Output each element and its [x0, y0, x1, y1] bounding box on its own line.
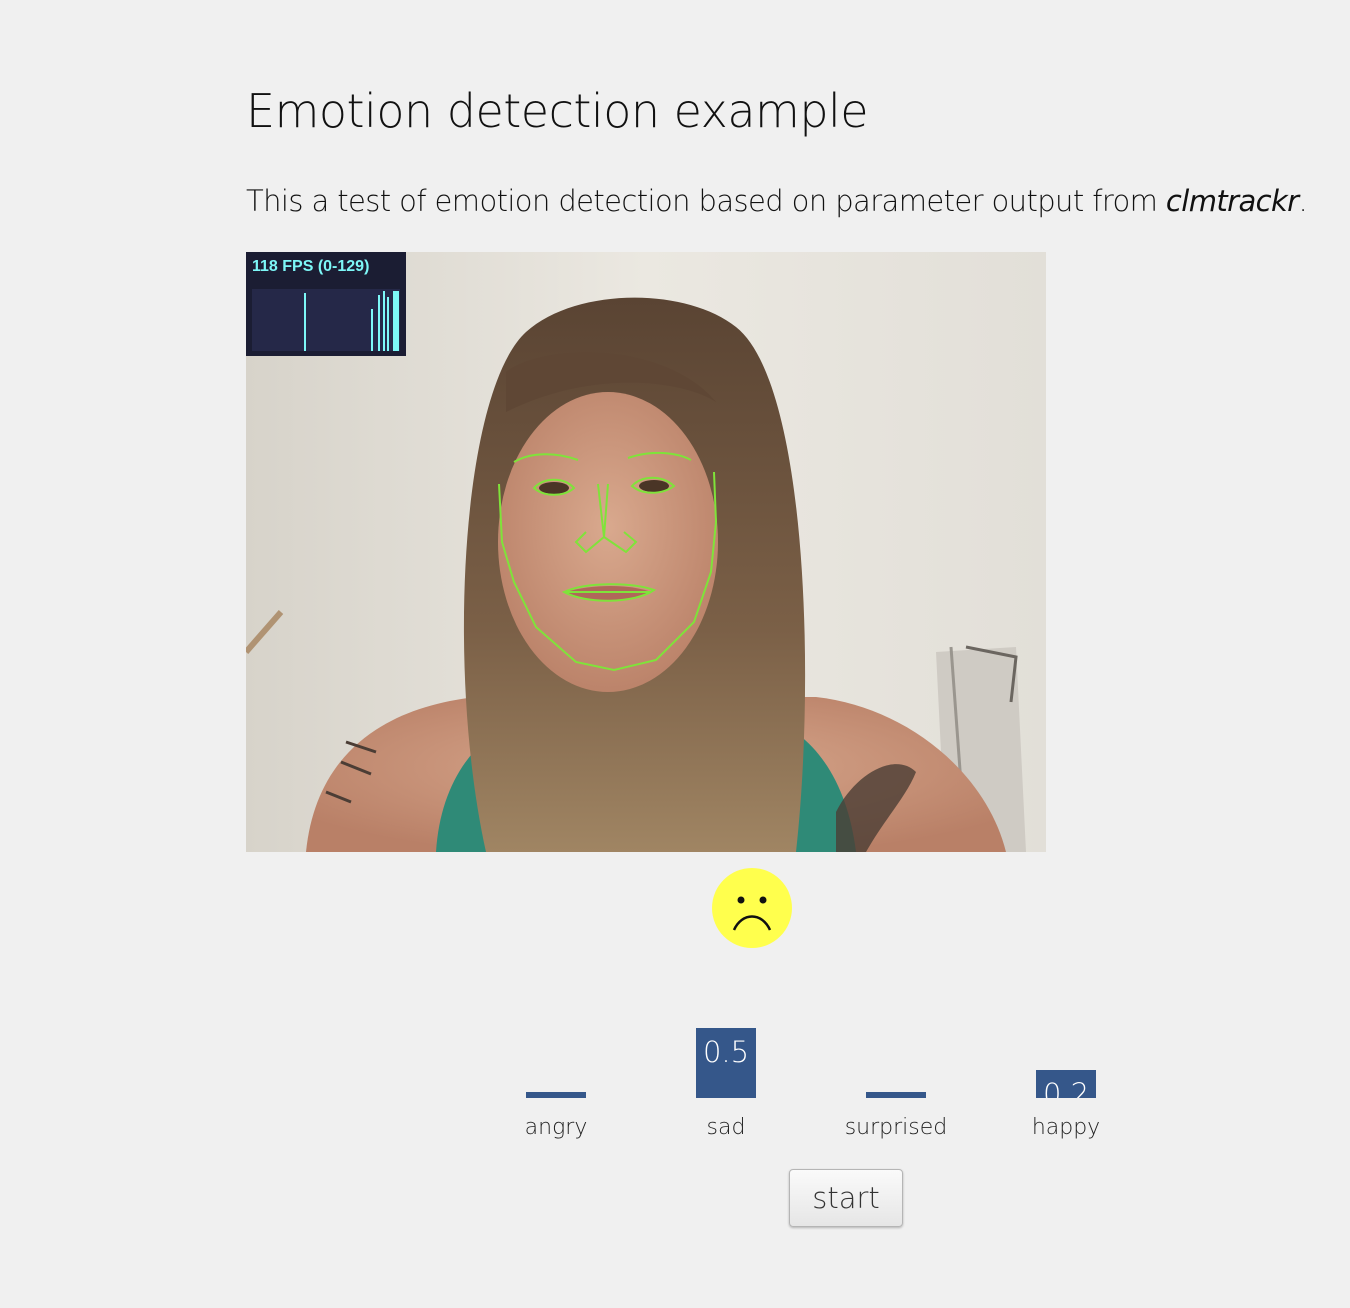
page-title: Emotion detection example [246, 84, 869, 138]
emotion-bar-label: sad [706, 1115, 746, 1140]
fps-graph-bar [371, 309, 373, 351]
emoji-left-eye [737, 896, 745, 904]
sad-face-icon [712, 868, 792, 948]
emotion-bar-value: 0.5 [702, 1035, 750, 1069]
fps-graph-bar [304, 293, 306, 351]
emotion-bar-fill: 0.2 [1036, 1070, 1096, 1098]
emotion-bar-value: 0.2 [1042, 1077, 1090, 1099]
fps-graph-bar [378, 295, 380, 351]
emotion-bar-sad: 0.5 sad [670, 980, 790, 1140]
fps-meter: 118 FPS (0-129) [246, 252, 406, 356]
webcam-video: 118 FPS (0-129) [246, 252, 1046, 852]
fps-label: 118 FPS (0-129) [252, 258, 370, 275]
emotion-bar-label: surprised [844, 1115, 948, 1140]
emotion-bar-fill: 0.0 [526, 1092, 586, 1098]
left-eye [539, 482, 569, 494]
fps-graph-bar [393, 291, 399, 351]
emotion-bar-fill: 0.5 [696, 1028, 756, 1098]
page: Emotion detection example This a test of… [0, 0, 1350, 1308]
clmtrackr-link: clmtrackr [1165, 184, 1299, 218]
intro-text: This a test of emotion detection based o… [246, 184, 1308, 218]
intro-prefix: This a test of emotion detection based o… [246, 184, 1166, 218]
fps-graph-bar [383, 291, 385, 351]
emotion-bar-surprised: 0.0 surprised [840, 980, 960, 1140]
emoji-right-eye [759, 896, 767, 904]
emotion-bar-label: happy [1031, 1115, 1101, 1140]
emotion-chart: 0.0 angry 0.5 sad 0.0 surprised 0.2 happy [500, 980, 1140, 1140]
emotion-bar-happy: 0.2 happy [1010, 980, 1130, 1140]
emoji-face [712, 868, 792, 948]
start-button[interactable]: start [789, 1169, 903, 1227]
fps-graph-bar [387, 297, 389, 351]
fps-graph [252, 289, 400, 351]
face [498, 392, 718, 692]
intro-suffix: . [1298, 184, 1308, 218]
emotion-bar-label: angry [524, 1115, 588, 1140]
emotion-bar-angry: 0.0 angry [500, 980, 620, 1140]
emotion-bar-fill: 0.0 [866, 1092, 926, 1098]
